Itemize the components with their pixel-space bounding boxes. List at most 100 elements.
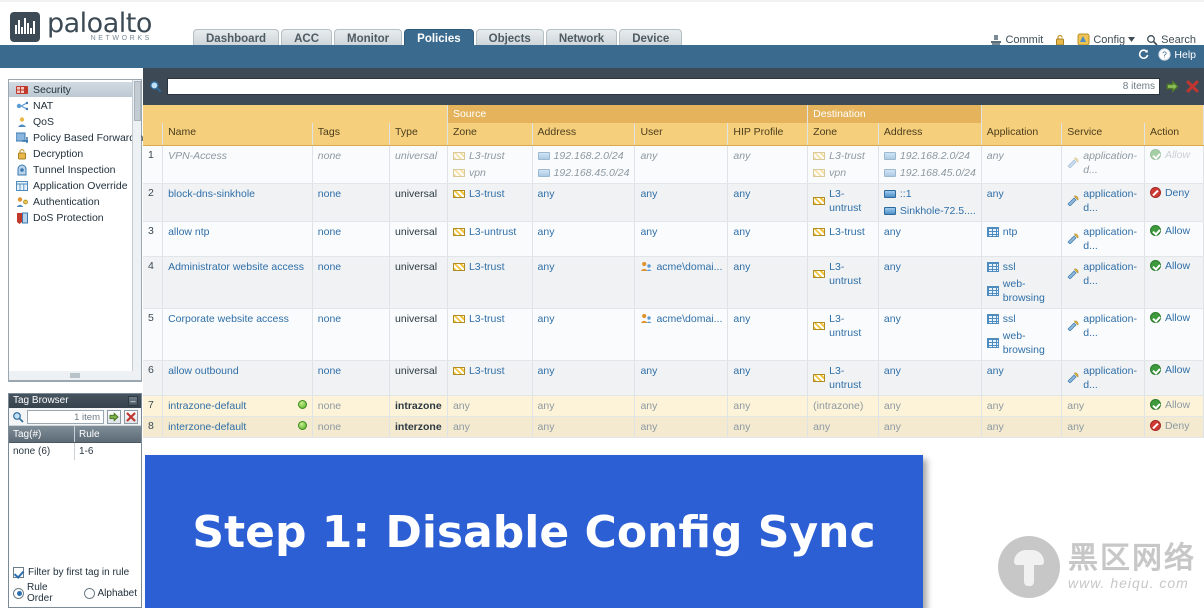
- sidebar-item-dos-protection[interactable]: DoS Protection: [9, 210, 141, 225]
- table-col-action-12[interactable]: Action: [1144, 123, 1203, 145]
- table-header-row[interactable]: NameTagsTypeZoneAddressUserHIP ProfileZo…: [143, 123, 1204, 145]
- table-row[interactable]: 4Administrator website accessnoneunivers…: [143, 256, 1204, 308]
- tag-browser-row[interactable]: none (6) 1-6: [9, 443, 141, 460]
- cell-tags[interactable]: none: [312, 395, 389, 416]
- cell-destination-zone[interactable]: any: [808, 416, 879, 437]
- policy-type-sidebar[interactable]: SecurityNATQoSPolicy Based ForwardingDec…: [8, 79, 142, 382]
- cell-destination-address[interactable]: 192.168.2.0/24192.168.45.0/24: [878, 145, 981, 183]
- table-col-num-0[interactable]: [143, 123, 163, 145]
- cell-application[interactable]: any: [981, 416, 1061, 437]
- cell-hip-profile[interactable]: any: [728, 360, 808, 395]
- radio-rule-order[interactable]: Rule Order: [13, 582, 76, 604]
- tag-browser-search-row[interactable]: 1 item: [9, 408, 141, 426]
- cell-source-address[interactable]: any: [532, 221, 635, 256]
- table-col-address-5[interactable]: Address: [532, 123, 635, 145]
- sidebar-scrollbar-thumb[interactable]: [134, 81, 141, 121]
- cell-type[interactable]: interzone: [390, 416, 448, 437]
- table-row[interactable]: 1VPN-AccessnoneuniversalL3-trustvpn192.1…: [143, 145, 1204, 183]
- cell-source-user[interactable]: any: [635, 416, 728, 437]
- cell-source-user[interactable]: acme\domai...: [635, 308, 728, 360]
- cell-destination-zone[interactable]: L3-untrust: [808, 183, 879, 221]
- cell-tags[interactable]: none: [312, 308, 389, 360]
- cell-action[interactable]: Allow: [1144, 360, 1203, 395]
- sidebar-item-application-override[interactable]: Application Override: [9, 178, 141, 193]
- cell-type[interactable]: universal: [390, 221, 448, 256]
- table-col-zone-4[interactable]: Zone: [447, 123, 532, 145]
- cell-service[interactable]: application-d...: [1062, 256, 1145, 308]
- cell-tags[interactable]: none: [312, 183, 389, 221]
- table-col-hip-profile-7[interactable]: HIP Profile: [728, 123, 808, 145]
- tag-browser-apply-button[interactable]: [107, 410, 121, 424]
- help-button[interactable]: ? Help: [1158, 48, 1196, 61]
- table-col-address-9[interactable]: Address: [878, 123, 981, 145]
- cell-destination-zone[interactable]: L3-untrust: [808, 308, 879, 360]
- table-col-tags-2[interactable]: Tags: [312, 123, 389, 145]
- sidebar-scrollbar[interactable]: [132, 80, 141, 381]
- cell-service[interactable]: any: [1062, 395, 1145, 416]
- sidebar-item-tunnel-inspection[interactable]: Tunnel Inspection: [9, 162, 141, 177]
- cell-hip-profile[interactable]: any: [728, 221, 808, 256]
- cell-source-address[interactable]: any: [532, 256, 635, 308]
- cell-destination-zone[interactable]: L3-untrust: [808, 360, 879, 395]
- cell-source-zone[interactable]: L3-trust: [447, 308, 532, 360]
- cell-hip-profile[interactable]: any: [728, 395, 808, 416]
- cell-tags[interactable]: none: [312, 145, 389, 183]
- radio-icon[interactable]: [13, 588, 24, 599]
- cell-action[interactable]: Allow: [1144, 256, 1203, 308]
- cell-action[interactable]: Deny: [1144, 416, 1203, 437]
- cell-destination-address[interactable]: any: [878, 395, 981, 416]
- sidebar-item-security[interactable]: Security: [9, 82, 141, 97]
- cell-service[interactable]: application-d...: [1062, 221, 1145, 256]
- cell-name[interactable]: interzone-default: [163, 416, 313, 437]
- tag-browser-minimize-button[interactable]: –: [128, 396, 138, 406]
- table-col-zone-8[interactable]: Zone: [808, 123, 879, 145]
- cell-source-address[interactable]: any: [532, 308, 635, 360]
- cell-type[interactable]: intrazone: [390, 395, 448, 416]
- table-row[interactable]: 5Corporate website accessnoneuniversalL3…: [143, 308, 1204, 360]
- cell-action[interactable]: Allow: [1144, 145, 1203, 183]
- cell-source-user[interactable]: any: [635, 145, 728, 183]
- cell-destination-zone[interactable]: L3-trust: [808, 221, 879, 256]
- cell-source-user[interactable]: any: [635, 221, 728, 256]
- tag-order-radio-group[interactable]: Rule Order Alphabet: [13, 582, 137, 604]
- sidebar-item-authentication[interactable]: Authentication: [9, 194, 141, 209]
- cell-source-zone[interactable]: any: [447, 395, 532, 416]
- cell-source-user[interactable]: any: [635, 395, 728, 416]
- cell-name[interactable]: block-dns-sinkhole: [163, 183, 313, 221]
- cell-destination-address[interactable]: any: [878, 256, 981, 308]
- table-col-name-1[interactable]: Name: [163, 123, 313, 145]
- table-row[interactable]: 7intrazone-defaultnoneintrazoneanyanyany…: [143, 395, 1204, 416]
- search-button[interactable]: Search: [1146, 34, 1196, 46]
- cell-tags[interactable]: none: [312, 221, 389, 256]
- cell-tags[interactable]: none: [312, 256, 389, 308]
- cell-hip-profile[interactable]: any: [728, 256, 808, 308]
- cell-hip-profile[interactable]: any: [728, 308, 808, 360]
- scrollbar-grip[interactable]: [70, 373, 80, 378]
- cell-action[interactable]: Allow: [1144, 395, 1203, 416]
- cell-service[interactable]: application-d...: [1062, 145, 1145, 183]
- rules-search-toolbar[interactable]: 8 items: [143, 68, 1204, 105]
- cell-source-zone[interactable]: L3-trustvpn: [447, 145, 532, 183]
- cell-application[interactable]: ntp: [981, 221, 1061, 256]
- cell-source-user[interactable]: acme\domai...: [635, 256, 728, 308]
- search-icon[interactable]: [147, 79, 163, 95]
- sidebar-item-nat[interactable]: NAT: [9, 98, 141, 113]
- cell-source-zone[interactable]: L3-untrust: [447, 221, 532, 256]
- lock-button[interactable]: [1054, 34, 1066, 46]
- bluebar-actions[interactable]: ? Help: [1137, 48, 1196, 61]
- cell-service[interactable]: application-d...: [1062, 308, 1145, 360]
- tag-browser-clear-button[interactable]: [124, 410, 138, 424]
- cell-action[interactable]: Allow: [1144, 221, 1203, 256]
- cell-name[interactable]: VPN-Access: [163, 145, 313, 183]
- cell-type[interactable]: universal: [390, 360, 448, 395]
- cell-destination-address[interactable]: any: [878, 221, 981, 256]
- table-col-type-3[interactable]: Type: [390, 123, 448, 145]
- checkbox-icon[interactable]: [13, 567, 24, 578]
- cell-source-user[interactable]: any: [635, 183, 728, 221]
- radio-icon[interactable]: [84, 588, 95, 599]
- table-row[interactable]: 3allow ntpnoneuniversalL3-untrustanyanya…: [143, 221, 1204, 256]
- cell-application[interactable]: any: [981, 145, 1061, 183]
- cell-source-address[interactable]: 192.168.2.0/24192.168.45.0/24: [532, 145, 635, 183]
- cell-source-zone[interactable]: L3-trust: [447, 360, 532, 395]
- cell-type[interactable]: universal: [390, 308, 448, 360]
